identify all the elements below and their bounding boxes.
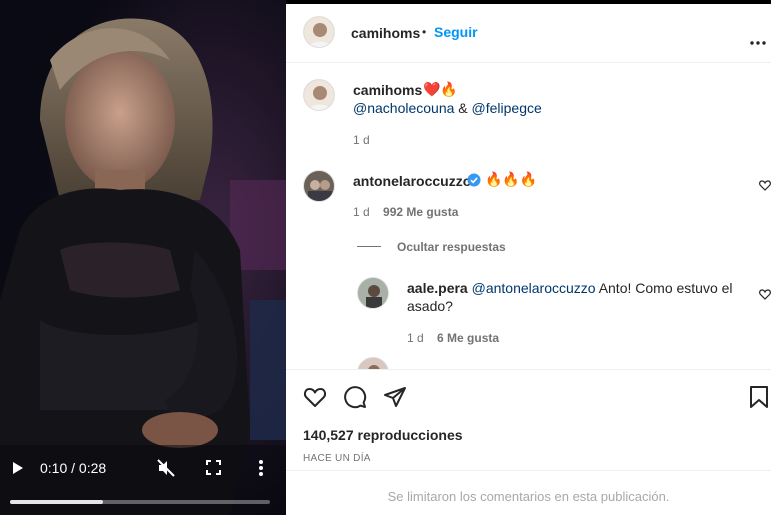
hide-replies-line: [357, 246, 381, 247]
comment-text: 🔥🔥🔥: [485, 171, 538, 187]
mute-icon[interactable]: [157, 459, 175, 477]
verified-badge-icon: [467, 173, 481, 187]
more-vertical-icon[interactable]: [258, 460, 264, 476]
reply-avatar[interactable]: [357, 277, 389, 309]
caption-mentions: @nacholecouna & @felipegce: [353, 100, 542, 116]
follow-button[interactable]: Seguir: [434, 24, 478, 40]
caption-text: ❤️🔥: [423, 81, 458, 97]
more-horizontal-icon[interactable]: [750, 32, 766, 45]
reply-time: 1 d: [407, 331, 424, 345]
post-details: camihoms • Seguir camihoms ❤️🔥 @nacholec…: [286, 0, 771, 515]
caption-time: 1 d: [353, 133, 370, 147]
heart-small-icon[interactable]: [759, 178, 771, 191]
video-frame: [0, 0, 286, 515]
mention-link[interactable]: @felipegce: [472, 100, 542, 116]
comments-list[interactable]: camihoms ❤️🔥 @nacholecouna & @felipegce …: [286, 63, 771, 370]
hide-replies-button[interactable]: Ocultar respuestas: [397, 240, 506, 254]
reply-meta: 1 d 6 Me gusta: [407, 331, 499, 345]
next-reply-avatar[interactable]: [357, 357, 389, 369]
reply-body: aale.pera @antonelaroccuzzo Anto! Como e…: [407, 279, 742, 315]
comment-time: 1 d: [353, 205, 370, 219]
comment-likes[interactable]: 992 Me gusta: [383, 205, 458, 219]
comment-icon[interactable]: [343, 385, 367, 409]
heart-small-icon[interactable]: [759, 287, 771, 300]
post-age: HACE UN DÍA: [303, 453, 371, 464]
mention-link[interactable]: @antonelaroccuzzo: [472, 280, 596, 296]
header-dot: •: [422, 25, 427, 39]
video-controls: 0:10 / 0:28: [0, 455, 286, 515]
bookmark-icon[interactable]: [749, 385, 769, 409]
caption-username[interactable]: camihoms: [353, 82, 422, 98]
comment-meta: 1 d 992 Me gusta: [353, 205, 458, 219]
comments-limited-note: Se limitaron los comentarios en esta pub…: [286, 470, 771, 515]
comment-username[interactable]: antonelaroccuzzo: [353, 173, 471, 189]
views-count[interactable]: 140,527 reproducciones: [303, 427, 463, 443]
header-username[interactable]: camihoms: [351, 25, 420, 41]
avatar[interactable]: [303, 16, 335, 48]
post-header: camihoms • Seguir: [286, 4, 771, 63]
progress-bar[interactable]: [10, 500, 270, 504]
video-player[interactable]: 0:10 / 0:28: [0, 0, 286, 515]
fullscreen-icon[interactable]: [206, 460, 221, 475]
progress-fill: [10, 500, 103, 504]
comment-avatar[interactable]: [303, 170, 335, 202]
reply-likes[interactable]: 6 Me gusta: [437, 331, 499, 345]
heart-icon[interactable]: [303, 385, 327, 409]
ampersand: &: [458, 100, 468, 116]
reply-username[interactable]: aale.pera: [407, 280, 468, 296]
instagram-post-view: 0:10 / 0:28 camihoms • Seguir camihoms ❤…: [0, 0, 771, 515]
caption-avatar[interactable]: [303, 79, 335, 111]
play-icon[interactable]: [11, 461, 25, 475]
share-icon[interactable]: [383, 385, 407, 409]
mention-link[interactable]: @nacholecouna: [353, 100, 454, 116]
time-display: 0:10 / 0:28: [40, 460, 107, 476]
